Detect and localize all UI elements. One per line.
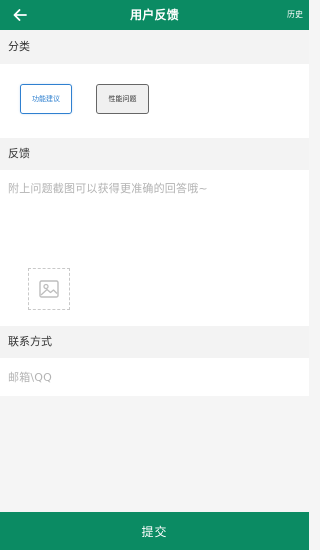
top-app-bar: 用户反馈 历史 (0, 0, 309, 30)
contact-input-placeholder: 邮箱\QQ (8, 371, 53, 384)
category-option-performance-issue[interactable]: 性能问题 (96, 84, 149, 114)
page-title: 用户反馈 (130, 8, 179, 22)
feedback-section-label: 反馈 (0, 138, 309, 170)
contact-input[interactable]: 邮箱\QQ (0, 358, 309, 396)
category-options: 功能建议 性能问题 (0, 64, 309, 138)
contact-section-label: 联系方式 (0, 326, 309, 358)
history-link[interactable]: 历史 (287, 0, 303, 30)
submit-button[interactable]: 提交 (0, 512, 309, 550)
add-image-button[interactable] (28, 268, 70, 310)
feedback-textarea-placeholder: 附上问题截图可以获得更准确的回答哦~ (8, 182, 208, 195)
feedback-screen: 用户反馈 历史 分类 功能建议 性能问题 反馈 附上问题截图可以获得更准确的回答… (0, 0, 309, 550)
image-icon (39, 280, 59, 298)
category-option-feature-suggestion[interactable]: 功能建议 (20, 84, 72, 114)
category-section-label: 分类 (0, 30, 309, 64)
